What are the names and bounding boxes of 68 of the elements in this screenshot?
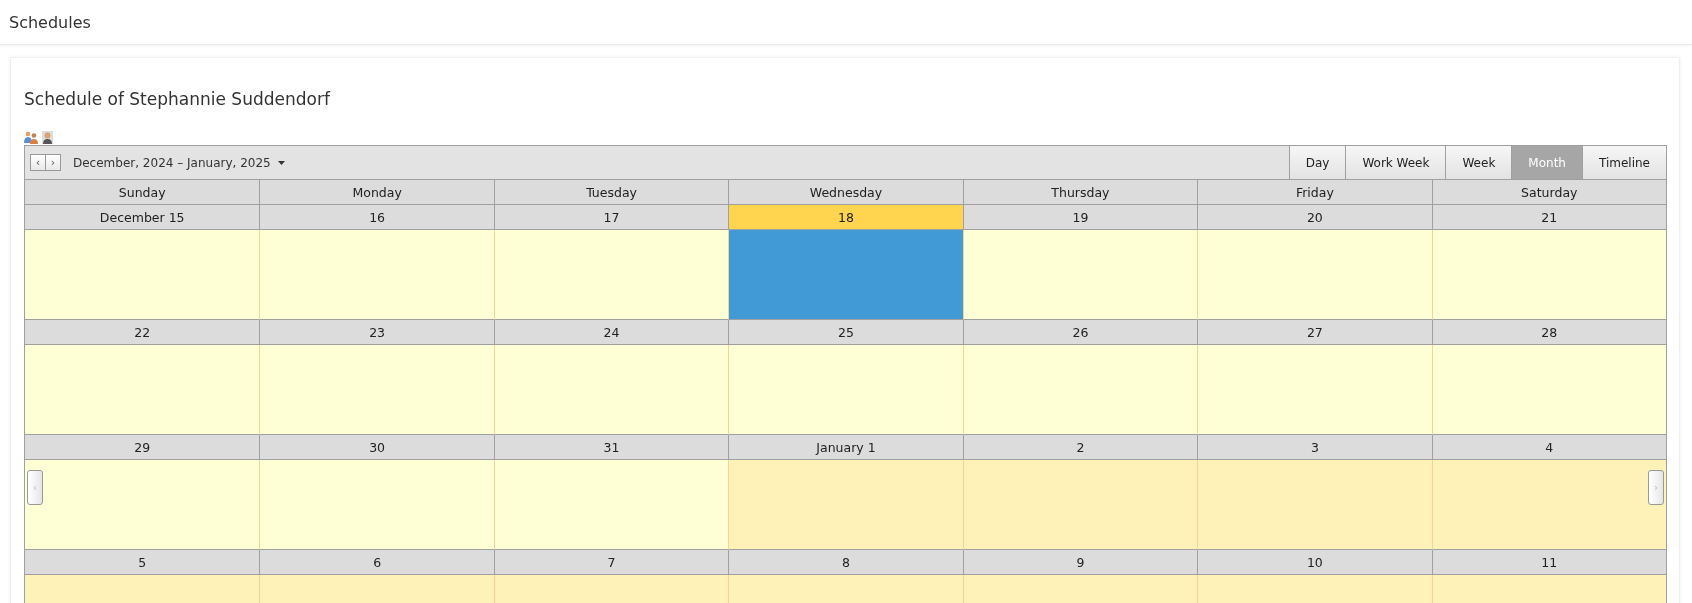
day-cell[interactable] [259, 345, 494, 435]
day-cell[interactable] [962, 460, 1198, 550]
caret-icon [277, 160, 285, 165]
weekday-header: Sunday [25, 180, 260, 205]
day-cell[interactable] [493, 345, 729, 435]
day-cell[interactable] [1431, 230, 1666, 320]
date-header: 21 [1431, 205, 1666, 230]
date-header: 24 [493, 320, 729, 345]
date-header: 11 [1431, 550, 1666, 575]
date-header: 8 [728, 550, 963, 575]
day-cell[interactable] [962, 345, 1198, 435]
weekday-header: Thursday [962, 180, 1198, 205]
day-cell[interactable] [1431, 460, 1666, 550]
date-header: 25 [728, 320, 963, 345]
date-header: 7 [493, 550, 729, 575]
person-icon[interactable] [42, 131, 53, 144]
day-cell[interactable] [1197, 345, 1432, 435]
day-cell[interactable] [728, 460, 963, 550]
date-header: 27 [1197, 320, 1432, 345]
day-cell[interactable] [493, 230, 729, 320]
date-header: 26 [962, 320, 1198, 345]
previous-button[interactable]: ‹ [30, 154, 46, 171]
date-header: 28 [1431, 320, 1666, 345]
weekday-header: Wednesday [728, 180, 963, 205]
day-cell[interactable] [728, 345, 963, 435]
people-icon[interactable] [24, 131, 38, 144]
date-header: 2 [962, 435, 1198, 460]
date-header: 23 [259, 320, 494, 345]
day-cell[interactable] [1431, 345, 1666, 435]
weekday-header: Monday [259, 180, 494, 205]
day-cell[interactable] [25, 230, 260, 320]
date-header: 17 [493, 205, 729, 230]
schedule-title: Schedule of Stephannie Suddendorf [24, 89, 332, 109]
view-tab[interactable]: Timeline [1581, 146, 1666, 179]
date-header: 5 [25, 550, 260, 575]
date-range-dropdown[interactable]: December, 2024 – January, 2025 [73, 155, 285, 170]
weekday-header: Tuesday [493, 180, 729, 205]
date-header: 6 [259, 550, 494, 575]
date-header: 29 [25, 435, 260, 460]
weekday-header: Friday [1197, 180, 1432, 205]
view-tab[interactable]: Work Week [1345, 146, 1446, 179]
day-cell[interactable] [728, 230, 963, 320]
date-header: 19 [962, 205, 1198, 230]
date-header: 18 [728, 205, 963, 230]
date-header: 9 [962, 550, 1198, 575]
date-header: 16 [259, 205, 494, 230]
day-cell[interactable] [1197, 230, 1432, 320]
date-header: 3 [1197, 435, 1432, 460]
day-cell[interactable] [1197, 460, 1432, 550]
date-header: 4 [1431, 435, 1666, 460]
next-button[interactable]: › [45, 154, 61, 171]
day-cell[interactable] [259, 230, 494, 320]
day-cell[interactable] [962, 230, 1198, 320]
day-cell[interactable] [25, 345, 260, 435]
date-header: 31 [493, 435, 729, 460]
weekday-header: Saturday [1431, 180, 1666, 205]
date-header: December 15 [25, 205, 260, 230]
day-cell[interactable] [259, 460, 494, 550]
date-header: 10 [1197, 550, 1432, 575]
date-header: 30 [259, 435, 494, 460]
date-header: 22 [25, 320, 260, 345]
day-cell[interactable] [493, 460, 729, 550]
page-title: Schedules [9, 12, 91, 32]
date-header: 20 [1197, 205, 1432, 230]
view-tab[interactable]: Week [1445, 146, 1512, 179]
day-cell[interactable] [25, 460, 260, 550]
date-header: January 1 [728, 435, 963, 460]
view-tab[interactable]: Day [1288, 146, 1346, 179]
